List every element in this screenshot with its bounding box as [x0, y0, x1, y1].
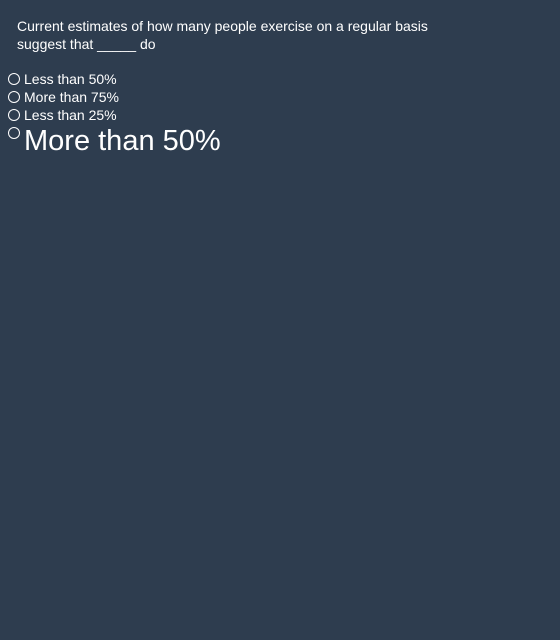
option-label[interactable]: Less than 50%: [24, 71, 117, 87]
option-label[interactable]: More than 50%: [24, 125, 221, 157]
question-line-1: Current estimates of how many people exe…: [17, 18, 428, 34]
quiz-container: Current estimates of how many people exe…: [0, 0, 560, 640]
radio-button[interactable]: [8, 127, 20, 139]
option-label[interactable]: More than 75%: [24, 89, 119, 105]
option-label[interactable]: Less than 25%: [24, 107, 117, 123]
question-line-2: suggest that _____ do: [17, 36, 156, 52]
radio-button[interactable]: [8, 73, 20, 85]
radio-button[interactable]: [8, 91, 20, 103]
question-text: Current estimates of how many people exe…: [17, 17, 447, 53]
radio-button[interactable]: [8, 109, 20, 121]
